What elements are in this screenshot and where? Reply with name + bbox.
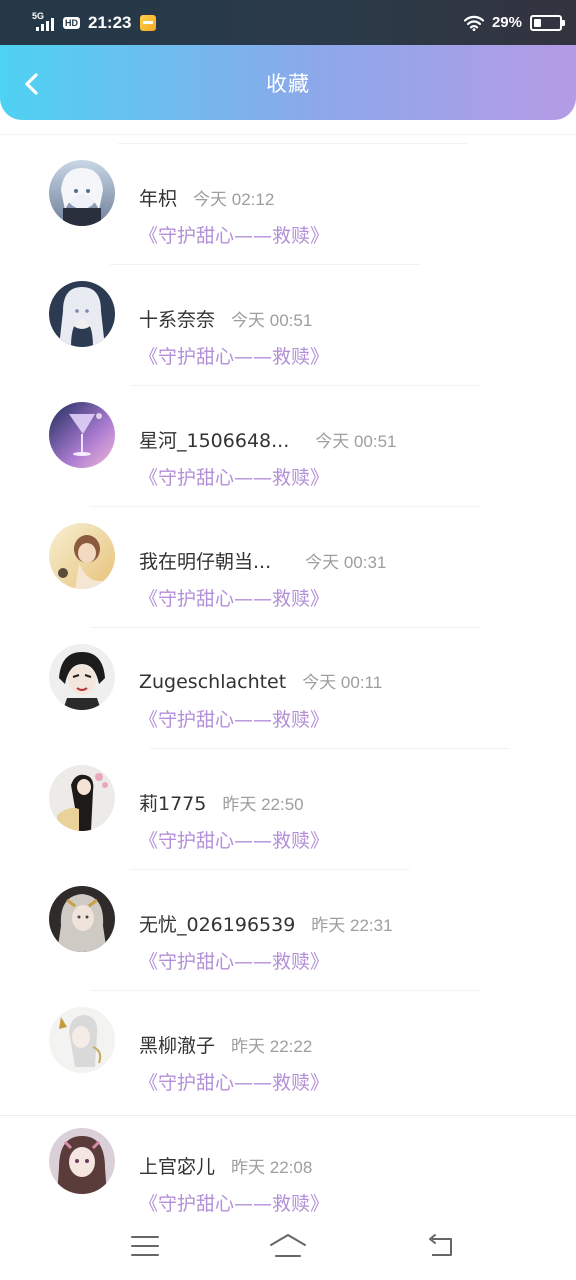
status-bar: 5G HD 21:23 29% xyxy=(0,0,576,45)
menu-icon xyxy=(131,1236,159,1256)
timestamp: 昨天 22:31 xyxy=(311,916,393,935)
username: 黑柳澈子 xyxy=(139,1035,216,1057)
timestamp: 今天 00:11 xyxy=(302,673,383,692)
battery-fill xyxy=(534,18,541,27)
return-button[interactable] xyxy=(420,1231,460,1261)
avatar[interactable] xyxy=(49,886,115,952)
username: 年枳 xyxy=(139,188,178,210)
novel-title[interactable]: 《守护甜心——救赎》 xyxy=(139,1189,329,1213)
list-item[interactable]: 十系奈奈 今天 00:51 《守护甜心——救赎》 xyxy=(0,241,576,386)
list-item[interactable]: 我在明仔朝当... 今天 00:31 《守护甜心——救赎》 xyxy=(0,483,576,628)
hd-badge: HD xyxy=(63,16,80,29)
favorites-list[interactable]: 年枳 今天 02:12 《守护甜心——救赎》 十系奈奈 今天 00:51 《守护… xyxy=(0,120,576,1213)
avatar[interactable] xyxy=(49,644,115,710)
timestamp: 今天 00:51 xyxy=(231,311,313,330)
home-icon xyxy=(270,1234,306,1257)
chevron-left-icon xyxy=(25,73,38,95)
menu-button[interactable] xyxy=(125,1231,165,1261)
system-nav-bar xyxy=(0,1213,576,1280)
timestamp: 昨天 22:22 xyxy=(231,1037,313,1056)
avatar[interactable] xyxy=(49,765,115,831)
return-icon xyxy=(429,1234,452,1256)
username: 无忧_026196539 xyxy=(139,914,296,936)
list-item[interactable]: 无忧_026196539 昨天 22:31 《守护甜心——救赎》 xyxy=(0,846,576,991)
app-header: 收藏 xyxy=(0,45,576,120)
back-button[interactable] xyxy=(18,71,44,97)
username: 星河_1506648... xyxy=(139,430,290,452)
list-item[interactable]: 黑柳澈子 昨天 22:22 《守护甜心——救赎》 xyxy=(0,967,576,1094)
status-left: 5G HD 21:23 xyxy=(32,11,157,33)
avatar[interactable] xyxy=(49,160,115,226)
status-right: 29% xyxy=(463,14,565,31)
timestamp: 今天 00:31 xyxy=(305,553,387,572)
username: 莉1775 xyxy=(139,793,207,815)
clock: 21:23 xyxy=(88,12,132,32)
timestamp: 今天 02:12 xyxy=(193,190,275,209)
username: Zugeschlachtet xyxy=(139,671,287,693)
avatar[interactable] xyxy=(49,1128,115,1194)
avatar[interactable] xyxy=(49,281,115,347)
list-item[interactable]: 年枳 今天 02:12 《守护甜心——救赎》 xyxy=(0,120,576,265)
avatar[interactable] xyxy=(49,402,115,468)
cellular-signal-icon: 5G xyxy=(32,11,58,33)
list-item[interactable]: Zugeschlachtet 今天 00:11 《守护甜心——救赎》 xyxy=(0,604,576,749)
home-button[interactable] xyxy=(268,1231,308,1261)
timestamp: 昨天 22:50 xyxy=(222,795,304,814)
username: 上官宓儿 xyxy=(139,1156,216,1178)
username: 我在明仔朝当... xyxy=(139,551,272,573)
avatar[interactable] xyxy=(49,1007,115,1073)
page-title: 收藏 xyxy=(266,71,310,96)
divider xyxy=(0,1115,576,1116)
battery-icon xyxy=(530,14,565,31)
username: 十系奈奈 xyxy=(139,309,216,331)
list-item[interactable]: 星河_1506648... 今天 00:51 《守护甜心——救赎》 xyxy=(0,362,576,507)
timestamp: 昨天 22:08 xyxy=(231,1158,313,1177)
notification-app-icon xyxy=(140,14,157,31)
battery-percent: 29% xyxy=(491,14,522,31)
timestamp: 今天 00:51 xyxy=(315,432,397,451)
list-item[interactable]: 上官宓儿 昨天 22:08 《守护甜心——救赎》 xyxy=(0,1088,576,1213)
wifi-icon xyxy=(463,15,484,31)
list-item[interactable]: 莉1775 昨天 22:50 《守护甜心——救赎》 xyxy=(0,725,576,870)
avatar[interactable] xyxy=(49,523,115,589)
